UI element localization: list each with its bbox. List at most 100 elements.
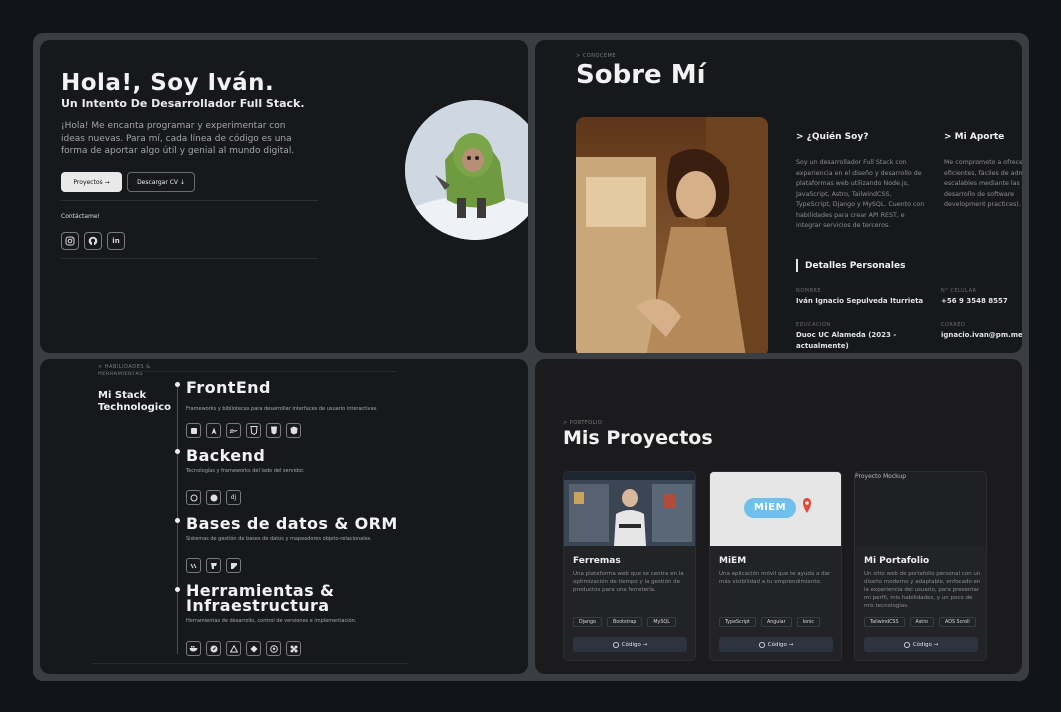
projects-button[interactable]: Proyectos → <box>61 172 122 192</box>
phone-label: N° CELULAR <box>941 288 977 294</box>
card-title: Ferremas <box>573 556 621 566</box>
email-label: CORREO <box>941 322 966 328</box>
astro-icon <box>186 423 201 438</box>
backend-title: Backend <box>186 446 266 465</box>
hero-subtitle: Un Intento De Desarrollador Full Stack. <box>61 97 305 110</box>
vercel-icon <box>226 641 241 656</box>
tag-list: Django Bootstrap MySQL <box>573 617 676 627</box>
project-card-portafolio[interactable]: Proyecto Mockup Mi Portafolio Un sitio w… <box>854 471 987 661</box>
tag: AOS Scroll <box>939 617 976 627</box>
projects-title: Mis Proyectos <box>563 427 713 449</box>
projects-panel: > PORTFOLIO Mis Proyectos Ferremas Una p… <box>535 359 1022 674</box>
html-icon <box>266 423 281 438</box>
card-title: MiEM <box>719 556 747 566</box>
timeline-dot <box>175 382 180 387</box>
download-cv-button[interactable]: Descargar CV ↓ <box>127 172 195 192</box>
hero-panel: Hola!, Soy Iván. Un Intento De Desarroll… <box>40 40 528 353</box>
github-icon <box>903 641 910 648</box>
git-icon <box>246 641 261 656</box>
tailwind-icon <box>226 423 241 438</box>
node-icon <box>186 490 201 505</box>
stack-panel: > HABILIDADES & HERRAMIENTAS Mi Stack Te… <box>40 359 528 674</box>
mockup-label: Proyecto Mockup <box>855 473 907 480</box>
about-panel: > CONOCEME Sobre Mí > ¿Quién Soy? Soy un… <box>535 40 1022 353</box>
who-heading: > ¿Quién Soy? <box>796 132 869 142</box>
divider <box>61 258 318 259</box>
tag: MySQL <box>647 617 676 627</box>
miem-screenshot: MiEM <box>710 472 841 546</box>
frontend-title: FrontEnd <box>186 378 271 397</box>
code-button[interactable]: Código → <box>719 637 833 652</box>
github-icon <box>758 641 765 648</box>
card-title: Mi Portafolio <box>864 556 930 566</box>
who-text: Soy un desarrollador Full Stack con expe… <box>796 159 925 229</box>
timeline-dot <box>175 587 180 592</box>
tag: Bootstrap <box>607 617 643 627</box>
tag: Django <box>573 617 602 627</box>
frontend-desc: Frameworks y bibliotecas para desarrolla… <box>186 406 378 412</box>
project-card-miem[interactable]: MiEM MiEM Una aplicación móvil que te ay… <box>709 471 842 661</box>
express-icon <box>206 490 221 505</box>
education-value: Duoc UC Alameda (2023 - actualmente) <box>796 331 897 350</box>
tag: Angular <box>760 617 792 627</box>
about-title: Sobre Mí <box>576 60 706 90</box>
tag-list: TailwindCSS Astro AOS Scroll <box>864 617 976 627</box>
databases-desc: Sistemas de gestión de bases de datos y … <box>186 536 372 542</box>
hero-title: Hola!, Soy Iván. <box>61 70 275 96</box>
code-button-label: Código → <box>767 641 794 648</box>
code-button[interactable]: Código → <box>864 637 978 652</box>
drizzle-icon <box>186 558 201 573</box>
phone-value: +56 9 3548 8557 <box>941 297 1008 305</box>
backend-desc: Tecnologías y frameworks del lado del se… <box>186 468 305 474</box>
timeline-dot <box>175 518 180 523</box>
tag: TypeScript <box>719 617 756 627</box>
prisma-icon <box>226 558 241 573</box>
tag: Ionic <box>796 617 820 627</box>
css-icon <box>246 423 261 438</box>
name-value: Iván Ignacio Sepulveda Iturrieta <box>796 297 924 305</box>
github-icon[interactable] <box>84 232 102 250</box>
profile-illustration <box>576 117 768 353</box>
miem-logo: MiEM <box>753 502 787 513</box>
details-accent <box>796 259 798 272</box>
django-icon: dj <box>226 490 241 505</box>
card-description: Una plataforma web que se centra en la o… <box>573 571 684 593</box>
name-label: NOMBRE <box>796 288 822 294</box>
contrib-text: Me comprometo a ofrece eficientes, fácil… <box>944 159 1022 208</box>
divider <box>98 371 396 372</box>
tools-title: Herramientas & Infraestructura <box>186 581 335 615</box>
github-icon <box>612 641 619 648</box>
divider <box>92 663 408 664</box>
contrib-heading: > Mi Aporte <box>944 132 1005 142</box>
databases-title: Bases de datos & ORM <box>186 514 398 533</box>
ferremas-screenshot <box>564 472 695 546</box>
hero-description: ¡Hola! Me encanta programar y experiment… <box>61 121 295 156</box>
email-value: ignacio.ivan@pm.me <box>941 331 1022 339</box>
tag: TailwindCSS <box>864 617 905 627</box>
divider <box>61 200 318 201</box>
tag: Astro <box>909 617 934 627</box>
code-button-label: Código → <box>621 641 648 648</box>
code-button-label: Código → <box>912 641 939 648</box>
linkedin-icon[interactable]: in <box>107 232 125 250</box>
tag-list: TypeScript Angular Ionic <box>719 617 820 627</box>
tools-desc: Herramientas de desarrollo, control de v… <box>186 618 357 624</box>
postman-icon <box>206 641 221 656</box>
avatar <box>405 100 528 240</box>
figma-icon <box>286 641 301 656</box>
projects-eyebrow: > PORTFOLIO <box>563 420 603 426</box>
contact-label: Contáctame! <box>61 213 100 220</box>
portfolio-screenshot: Proyecto Mockup <box>855 472 986 546</box>
docker-icon <box>186 641 201 656</box>
code-button[interactable]: Código → <box>573 637 687 652</box>
card-description: Una aplicación móvil que te ayuda a dar … <box>719 571 831 585</box>
svelte-icon <box>206 423 221 438</box>
education-label: EDUCACIÓN <box>796 322 831 328</box>
stack-title: Mi Stack Technologico <box>98 390 171 413</box>
project-card-ferremas[interactable]: Ferremas Una plataforma web que se centr… <box>563 471 696 661</box>
mysql-icon <box>206 558 221 573</box>
details-heading: Detalles Personales <box>805 261 906 271</box>
instagram-icon[interactable] <box>61 232 79 250</box>
card-description: Un sitio web de portafolio personal con … <box>864 571 981 609</box>
github-icon <box>266 641 281 656</box>
